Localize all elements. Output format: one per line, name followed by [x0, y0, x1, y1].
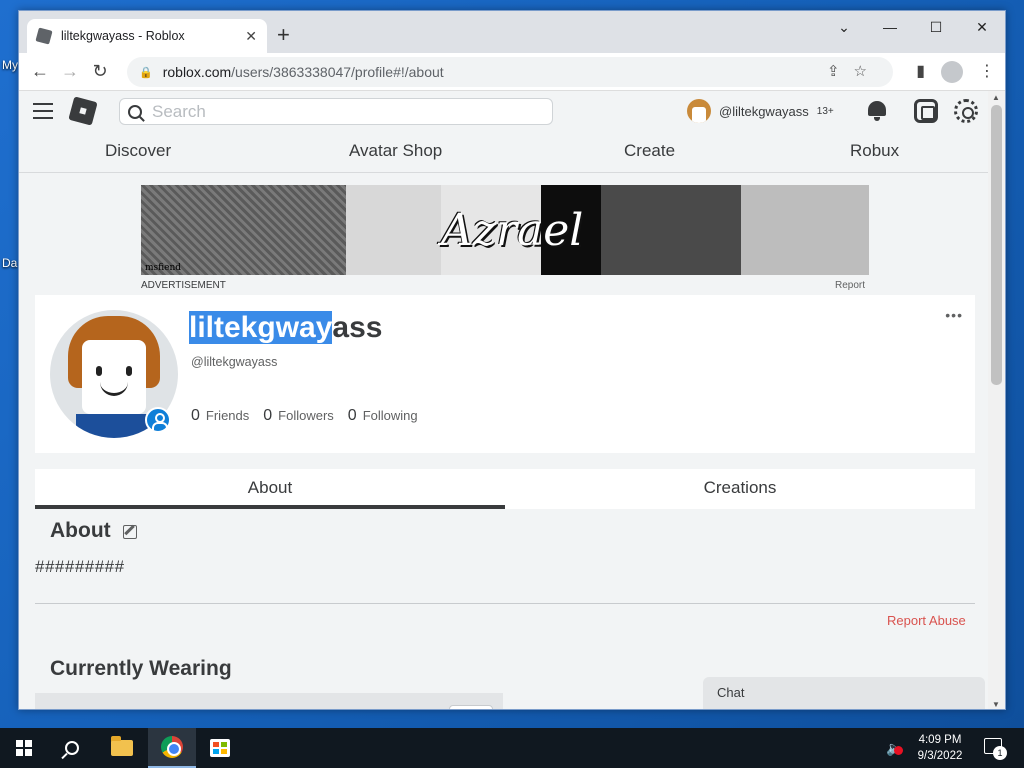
- profile-tabs: About Creations: [35, 469, 975, 509]
- clock-time: 4:09 PM: [918, 734, 962, 746]
- chrome-icon: [161, 736, 183, 758]
- browser-window: liltekgwayass - Roblox ✕ + ⌄ — ☐ ✕ ← → ↻…: [18, 10, 1006, 710]
- followers-stat[interactable]: 0 Followers: [263, 407, 334, 425]
- selected-text: liltekgway: [189, 311, 333, 344]
- robux-icon[interactable]: [914, 99, 938, 123]
- search-placeholder: Search: [152, 101, 206, 121]
- ad-banner-text: Azrael: [441, 205, 584, 256]
- tab-title: liltekgwayass - Roblox: [61, 29, 185, 43]
- desktop-icon-label[interactable]: My: [2, 58, 18, 72]
- browser-toolbar: ← → ↻ 🔒 roblox.com/users/3863338047/prof…: [19, 53, 1005, 91]
- new-tab-button[interactable]: +: [277, 23, 290, 47]
- scrollbar[interactable]: ▲ ▼: [988, 91, 1005, 709]
- ad-report-link[interactable]: Report: [835, 280, 865, 291]
- store-taskbar-button[interactable]: [196, 728, 244, 768]
- forward-button[interactable]: →: [55, 61, 85, 82]
- friends-stat[interactable]: 0 Friends: [191, 407, 249, 425]
- tab-about[interactable]: About: [35, 469, 505, 509]
- currently-wearing-panel: [35, 693, 503, 709]
- tab-close-icon[interactable]: ✕: [245, 28, 257, 45]
- nav-create[interactable]: Create: [624, 141, 675, 161]
- search-input[interactable]: Search: [119, 98, 553, 125]
- minimize-button[interactable]: —: [867, 11, 913, 43]
- nav-avatar-shop[interactable]: Avatar Shop: [349, 141, 442, 161]
- url-host: roblox.com: [162, 64, 232, 80]
- start-button[interactable]: [0, 728, 48, 768]
- scrollbar-thumb[interactable]: [991, 105, 1002, 385]
- edit-icon[interactable]: [123, 525, 137, 539]
- toolbar-right: ▮ ⋮: [916, 61, 995, 83]
- roblox-logo-icon[interactable]: [68, 96, 98, 126]
- url-path: /users/3863338047/profile#!/about: [231, 64, 444, 80]
- taskbar: 🔈 4:09 PM 9/3/2022 1: [0, 728, 1024, 768]
- clock[interactable]: 4:09 PM 9/3/2022: [908, 732, 972, 764]
- side-panel-icon[interactable]: ▮: [916, 61, 925, 83]
- folder-icon: [111, 736, 133, 756]
- report-abuse-link[interactable]: Report Abuse: [887, 613, 966, 628]
- header-username: @liltekgwayass: [719, 103, 809, 119]
- gear-icon[interactable]: [954, 99, 978, 123]
- scroll-down-icon[interactable]: ▼: [992, 700, 1000, 709]
- tab-strip: liltekgwayass - Roblox ✕ + ⌄ — ☐ ✕: [19, 11, 1005, 53]
- tab-creations[interactable]: Creations: [505, 469, 975, 509]
- search-icon: [65, 741, 79, 755]
- share-icon[interactable]: ⇪☆: [827, 62, 881, 80]
- advertisement-banner[interactable]: Azrael msfiend: [141, 185, 869, 275]
- scroll-up-icon[interactable]: ▲: [992, 93, 1000, 102]
- roblox-header: Search @liltekgwayass 13+: [19, 91, 989, 131]
- desktop-icon-label[interactable]: Da: [2, 256, 17, 270]
- taskbar-search-button[interactable]: [48, 728, 96, 768]
- browser-tab[interactable]: liltekgwayass - Roblox ✕: [27, 19, 267, 53]
- more-options-icon[interactable]: •••: [945, 307, 963, 323]
- profile-stats: 0 Friends 0 Followers 0 Following: [191, 407, 418, 425]
- profile-avatar-icon[interactable]: [941, 61, 963, 83]
- following-stat[interactable]: 0 Following: [348, 407, 418, 425]
- avatar: [687, 99, 711, 123]
- user-chip[interactable]: @liltekgwayass 13+: [687, 99, 834, 123]
- window-controls: ⌄ — ☐ ✕: [821, 11, 1005, 43]
- back-button[interactable]: ←: [25, 61, 55, 82]
- chrome-taskbar-button[interactable]: [148, 728, 196, 768]
- nav-discover[interactable]: Discover: [105, 141, 171, 161]
- file-explorer-button[interactable]: [98, 728, 146, 768]
- online-status-icon: [145, 407, 171, 433]
- search-icon: [128, 104, 142, 119]
- nav-robux[interactable]: Robux: [850, 141, 899, 161]
- roblox-nav: Discover Avatar Shop Create Robux: [19, 131, 989, 173]
- hamburger-menu-icon[interactable]: [33, 103, 53, 124]
- profile-header-card: liltekgwayass @liltekgwayass 0 Friends 0F…: [35, 295, 975, 453]
- notification-bell-icon[interactable]: [865, 99, 889, 123]
- menu-dots-icon[interactable]: ⋮: [979, 61, 995, 83]
- avatar-view-toggle-button[interactable]: [449, 705, 493, 709]
- tab-search-button[interactable]: ⌄: [821, 11, 867, 43]
- display-name-rest: ass: [332, 311, 383, 344]
- notification-center-icon[interactable]: 1: [984, 738, 1007, 760]
- close-window-button[interactable]: ✕: [959, 11, 1005, 43]
- advertisement-label: ADVERTISEMENT: [141, 280, 226, 291]
- divider: [35, 603, 975, 604]
- profile-username: @liltekgwayass: [191, 355, 278, 369]
- reload-button[interactable]: ↻: [85, 61, 115, 82]
- chat-bar[interactable]: Chat: [703, 677, 985, 709]
- store-icon: [210, 739, 230, 757]
- address-bar[interactable]: 🔒 roblox.com/users/3863338047/profile#!/…: [127, 57, 893, 87]
- notification-count: 1: [993, 746, 1007, 760]
- about-text: #########: [35, 557, 125, 576]
- page-viewport: Search @liltekgwayass 13+ Discover Avata…: [19, 91, 989, 709]
- volume-muted-icon[interactable]: 🔈: [886, 740, 903, 757]
- maximize-button[interactable]: ☐: [913, 11, 959, 43]
- currently-wearing-heading: Currently Wearing: [50, 657, 232, 680]
- lock-icon[interactable]: 🔒: [139, 66, 153, 79]
- about-heading: About: [50, 519, 111, 542]
- roblox-favicon-icon: [35, 27, 53, 45]
- ad-signature: msfiend: [145, 263, 182, 273]
- age-badge: 13+: [816, 105, 834, 117]
- clock-date: 9/3/2022: [917, 750, 963, 762]
- windows-icon: [16, 740, 32, 756]
- profile-display-name: liltekgwayass: [189, 311, 382, 345]
